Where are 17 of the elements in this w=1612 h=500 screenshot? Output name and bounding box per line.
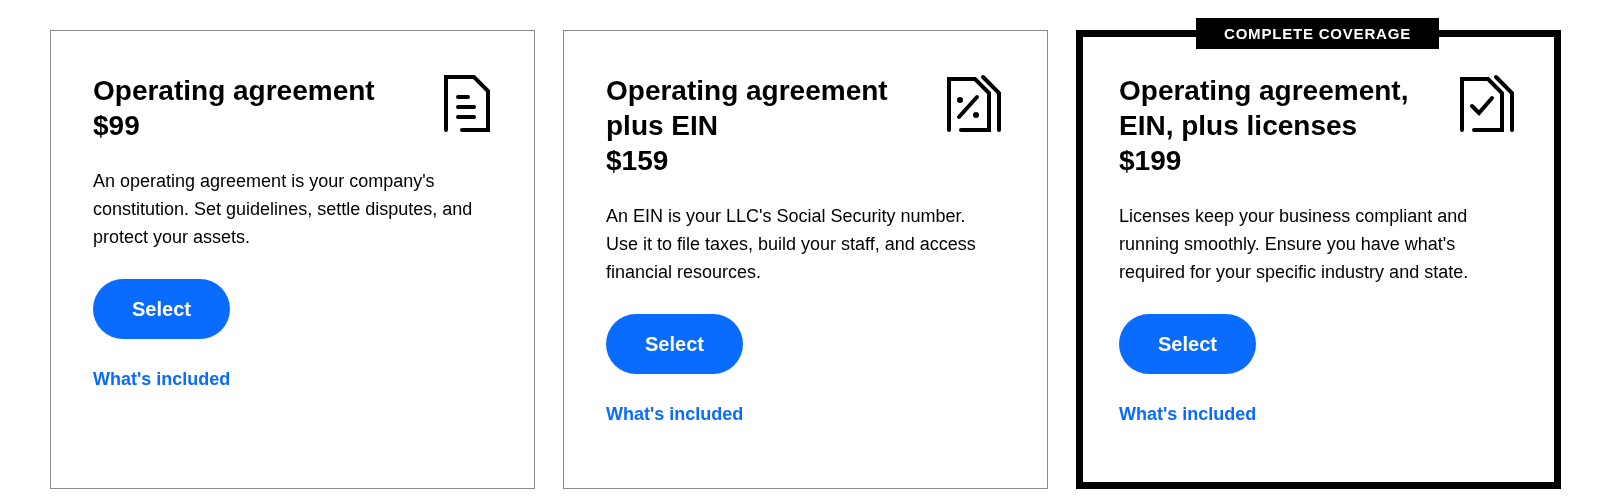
plan-price: $199 — [1119, 144, 1182, 178]
document-icon — [442, 73, 492, 133]
plan-description: An EIN is your LLC's Social Security number. Use it to file taxes, build your staff, and access financial resources. — [606, 205, 977, 284]
coverage-badge: COMPLETE COVERAGE — [1196, 18, 1439, 49]
plan-title: Operating agreement, EIN, plus licenses — [1119, 74, 1410, 143]
whats-included-link[interactable]: What's included — [1119, 404, 1257, 425]
plan-title: Operating agreement plus EIN — [606, 74, 889, 143]
select-button[interactable]: Select — [606, 314, 743, 374]
whats-included-link[interactable]: What's included — [93, 369, 231, 390]
plan-description: An operating agreement is your company's constitution. Set guidelines, settle disputes, and protect your assets. — [93, 170, 474, 249]
select-button[interactable]: Select — [93, 279, 230, 339]
whats-included-link[interactable]: What's included — [606, 404, 744, 425]
plan-price: $99 — [93, 109, 140, 143]
select-button[interactable]: Select — [1119, 314, 1256, 374]
plan-title: Operating agreement — [93, 74, 376, 108]
plan-description: Licenses keep your business compliant and running smoothly. Ensure you have what's required for your specific industry and state. — [1119, 205, 1470, 284]
plan-price: $159 — [606, 144, 669, 178]
